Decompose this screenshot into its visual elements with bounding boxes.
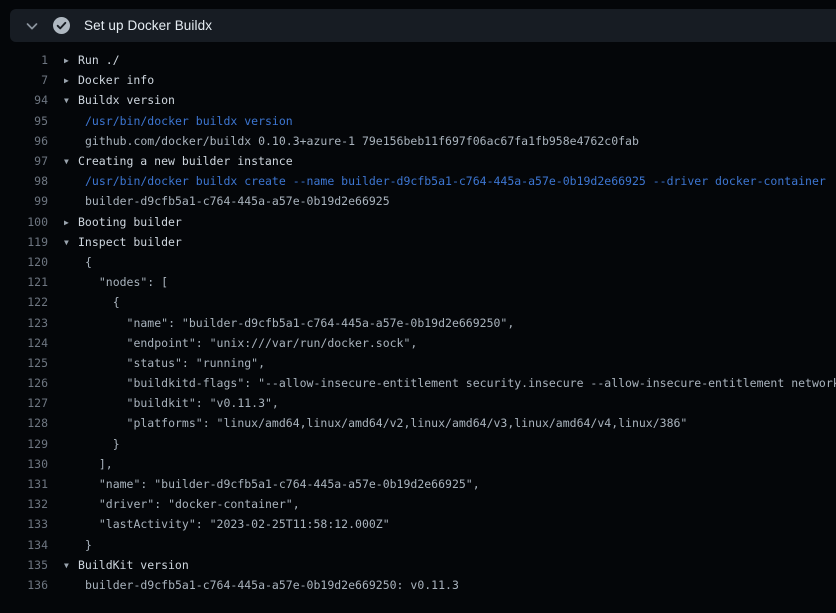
log-output-text: "lastActivity": "2023-02-25T11:58:12.000…	[85, 517, 390, 531]
log-line: 128 "platforms": "linux/amd64,linux/amd6…	[0, 413, 836, 433]
line-number[interactable]: 119	[0, 235, 48, 249]
log-output-text: {	[85, 255, 92, 269]
log-viewer: 1▶Run ./7▶Docker info94▼Buildx version95…	[0, 42, 836, 595]
log-group-header[interactable]: 135 ▼BuildKit version	[0, 555, 836, 575]
line-number[interactable]: 121	[0, 275, 48, 289]
log-line: 123 "name": "builder-d9cfb5a1-c764-445a-…	[0, 312, 836, 332]
log-group-header[interactable]: 100 ▶Booting builder	[0, 212, 836, 232]
group-title: Creating a new builder instance	[78, 154, 293, 168]
line-number[interactable]: 136	[0, 578, 48, 592]
log-output-text: builder-d9cfb5a1-c764-445a-a57e-0b19d2e6…	[85, 194, 390, 208]
log-output-text: {	[85, 295, 120, 309]
group-expanded-icon[interactable]: ▼	[64, 96, 78, 105]
group-expanded-icon[interactable]: ▼	[64, 561, 78, 570]
log-output-text: "endpoint": "unix:///var/run/docker.sock…	[85, 336, 417, 350]
group-title: Booting builder	[78, 215, 182, 229]
log-output-text: "buildkit": "v0.11.3",	[85, 396, 279, 410]
line-number[interactable]: 96	[0, 134, 48, 148]
log-output-text: builder-d9cfb5a1-c764-445a-a57e-0b19d2e6…	[85, 578, 459, 592]
line-number[interactable]: 1	[0, 53, 48, 67]
line-number[interactable]: 134	[0, 538, 48, 552]
line-number[interactable]: 100	[0, 215, 48, 229]
group-collapsed-icon[interactable]: ▶	[64, 218, 78, 227]
log-output-text: "nodes": [	[85, 275, 168, 289]
group-collapsed-icon[interactable]: ▶	[64, 76, 78, 85]
line-number[interactable]: 124	[0, 336, 48, 350]
group-expanded-icon[interactable]: ▼	[64, 238, 78, 247]
log-line: 98/usr/bin/docker buildx create --name b…	[0, 171, 836, 191]
log-line: 120 {	[0, 252, 836, 272]
group-expanded-icon[interactable]: ▼	[64, 157, 78, 166]
log-output-text: "status": "running",	[85, 356, 265, 370]
line-number[interactable]: 127	[0, 396, 48, 410]
log-line: 132 "driver": "docker-container",	[0, 494, 836, 514]
step-title: Set up Docker Buildx	[84, 18, 212, 33]
line-number[interactable]: 122	[0, 295, 48, 309]
step-header[interactable]: Set up Docker Buildx	[10, 9, 836, 42]
group-title: Run ./	[78, 53, 120, 67]
line-number[interactable]: 129	[0, 437, 48, 451]
log-line: 126 "buildkitd-flags": "--allow-insecure…	[0, 373, 836, 393]
log-line: 96 github.com/docker/buildx 0.10.3+azure-…	[0, 131, 836, 151]
line-number[interactable]: 128	[0, 416, 48, 430]
log-line: 95/usr/bin/docker buildx version	[0, 111, 836, 131]
log-line: 133 "lastActivity": "2023-02-25T11:58:12…	[0, 514, 836, 534]
group-title: Inspect builder	[78, 235, 182, 249]
log-line: 99 builder-d9cfb5a1-c764-445a-a57e-0b19d2…	[0, 191, 836, 211]
line-number[interactable]: 97	[0, 154, 48, 168]
log-line: 130 ],	[0, 454, 836, 474]
log-line: 127 "buildkit": "v0.11.3",	[0, 393, 836, 413]
group-collapsed-icon[interactable]: ▶	[64, 56, 78, 65]
line-number[interactable]: 7	[0, 73, 48, 87]
line-number[interactable]: 95	[0, 114, 48, 128]
log-line: 124 "endpoint": "unix:///var/run/docker.…	[0, 333, 836, 353]
log-line: 129 }	[0, 434, 836, 454]
log-command-text: /usr/bin/docker buildx create --name bui…	[85, 174, 826, 188]
log-line: 121 "nodes": [	[0, 272, 836, 292]
log-line: 131 "name": "builder-d9cfb5a1-c764-445a-…	[0, 474, 836, 494]
log-output-text: }	[85, 437, 120, 451]
log-line: 122 {	[0, 292, 836, 312]
log-output-text: ],	[85, 457, 113, 471]
chevron-down-icon[interactable]	[24, 18, 40, 34]
check-circle-icon	[53, 17, 70, 34]
log-output-text: "name": "builder-d9cfb5a1-c764-445a-a57e…	[85, 477, 480, 491]
group-title: Docker info	[78, 73, 154, 87]
log-group-header[interactable]: 119 ▼Inspect builder	[0, 232, 836, 252]
line-number[interactable]: 94	[0, 93, 48, 107]
line-number[interactable]: 126	[0, 376, 48, 390]
line-number[interactable]: 123	[0, 316, 48, 330]
line-number[interactable]: 130	[0, 457, 48, 471]
log-group-header[interactable]: 1 ▶Run ./	[0, 50, 836, 70]
log-command-text: /usr/bin/docker buildx version	[85, 114, 293, 128]
log-group-header[interactable]: 97 ▼Creating a new builder instance	[0, 151, 836, 171]
log-output-text: }	[85, 538, 92, 552]
log-output-text: "name": "builder-d9cfb5a1-c764-445a-a57e…	[85, 316, 514, 330]
line-number[interactable]: 132	[0, 497, 48, 511]
log-output-text: "platforms": "linux/amd64,linux/amd64/v2…	[85, 416, 687, 430]
log-line: 125 "status": "running",	[0, 353, 836, 373]
group-title: BuildKit version	[78, 558, 189, 572]
log-output-text: github.com/docker/buildx 0.10.3+azure-1 …	[85, 134, 639, 148]
group-title: Buildx version	[78, 93, 175, 107]
line-number[interactable]: 98	[0, 174, 48, 188]
line-number[interactable]: 99	[0, 194, 48, 208]
line-number[interactable]: 125	[0, 356, 48, 370]
log-output-text: "driver": "docker-container",	[85, 497, 300, 511]
line-number[interactable]: 131	[0, 477, 48, 491]
log-line: 134}	[0, 535, 836, 555]
line-number[interactable]: 120	[0, 255, 48, 269]
log-group-header[interactable]: 7 ▶Docker info	[0, 70, 836, 90]
log-output-text: "buildkitd-flags": "--allow-insecure-ent…	[85, 376, 836, 390]
line-number[interactable]: 133	[0, 517, 48, 531]
log-line: 136 builder-d9cfb5a1-c764-445a-a57e-0b19d…	[0, 575, 836, 595]
log-group-header[interactable]: 94 ▼Buildx version	[0, 90, 836, 110]
line-number[interactable]: 135	[0, 558, 48, 572]
